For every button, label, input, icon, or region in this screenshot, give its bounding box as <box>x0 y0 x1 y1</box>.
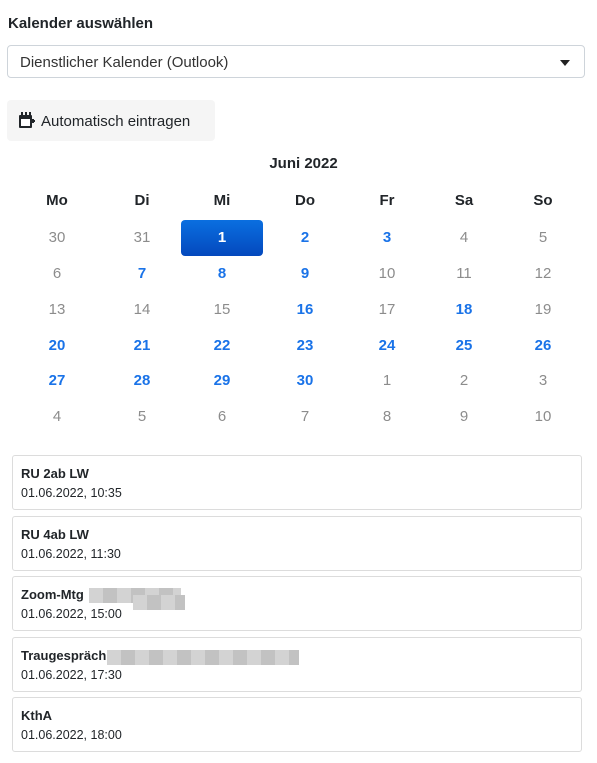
day-cell[interactable]: 29 <box>183 364 261 398</box>
event-title: Zoom-Mtg <box>21 587 84 602</box>
calendar-select-label: Kalender auswählen <box>8 15 154 32</box>
day-cell: 19 <box>534 301 552 318</box>
weekday-header-0: Mo <box>46 192 68 209</box>
day-cell: 4 <box>459 229 469 246</box>
day-cell: 7 <box>300 408 310 425</box>
day-cell: 4 <box>52 408 62 425</box>
day-cell: 11 <box>456 265 472 282</box>
event-title: KthA <box>21 708 53 723</box>
day-cell[interactable]: 30 <box>266 364 344 398</box>
day-cell: 17 <box>378 301 396 318</box>
calendar-select-value: Dienstlicher Kalender (Outlook) <box>20 54 229 71</box>
day-cell: 14 <box>133 301 151 318</box>
event-title: RU 2ab LW <box>21 466 89 481</box>
day-cell[interactable]: 3 <box>348 221 426 255</box>
day-cell[interactable]: 21 <box>103 329 181 363</box>
month-title: Juni 2022 <box>269 155 338 172</box>
day-cell[interactable]: 24 <box>348 329 426 363</box>
event-title: Traugespräch <box>21 648 107 663</box>
day-cell[interactable]: 27 <box>18 364 96 398</box>
event-item[interactable]: RU 4ab LW 01.06.2022, 11:30 <box>12 516 582 571</box>
day-cell[interactable]: 18 <box>425 293 503 327</box>
event-time: 01.06.2022, 18:00 <box>21 728 122 742</box>
weekday-header-4: Fr <box>379 192 395 209</box>
day-cell: 5 <box>137 408 147 425</box>
day-cell: 5 <box>538 229 548 246</box>
day-cell[interactable]: 16 <box>266 293 344 327</box>
event-item[interactable]: Traugespräch 01.06.2022, 17:30 <box>12 637 582 692</box>
day-cell: 10 <box>378 265 396 282</box>
day-cell[interactable]: 23 <box>266 329 344 363</box>
calendar-plus-icon <box>18 111 36 129</box>
day-cell[interactable]: 26 <box>504 329 582 363</box>
event-item[interactable]: KthA 01.06.2022, 18:00 <box>12 697 582 752</box>
day-cell: 9 <box>459 408 469 425</box>
event-item[interactable]: RU 2ab LW 01.06.2022, 10:35 <box>12 455 582 510</box>
event-item[interactable]: Zoom-Mtg 01.06.2022, 15:00 <box>12 576 582 631</box>
day-cell[interactable]: 28 <box>103 364 181 398</box>
calendar-select[interactable]: Dienstlicher Kalender (Outlook) <box>7 45 585 78</box>
event-time: 01.06.2022, 17:30 <box>21 668 122 682</box>
weekday-header-1: Di <box>134 192 150 209</box>
day-cell[interactable]: 22 <box>183 329 261 363</box>
day-cell: 10 <box>534 408 552 425</box>
auto-add-button[interactable]: Automatisch eintragen <box>7 100 215 141</box>
day-cell: 15 <box>213 301 231 318</box>
day-cell: 12 <box>534 265 552 282</box>
weekday-header-6: So <box>533 192 553 209</box>
day-cell: 8 <box>382 408 392 425</box>
weekday-header-3: Do <box>295 192 315 209</box>
event-title: RU 4ab LW <box>21 527 89 542</box>
chevron-down-icon <box>560 60 570 66</box>
day-cell: 13 <box>48 301 66 318</box>
day-cell: 3 <box>538 372 548 389</box>
day-cell: 1 <box>382 372 392 389</box>
day-cell: 6 <box>217 408 227 425</box>
weekday-header-5: Sa <box>454 192 474 209</box>
day-cell[interactable]: 2 <box>266 221 344 255</box>
weekday-header-2: Mi <box>213 192 231 209</box>
day-cell[interactable]: 8 <box>183 257 261 291</box>
redacted-text <box>107 650 299 665</box>
day-cell[interactable]: 9 <box>266 257 344 291</box>
event-time: 01.06.2022, 10:35 <box>21 486 122 500</box>
event-time: 01.06.2022, 11:30 <box>21 547 121 561</box>
redacted-text <box>133 595 185 610</box>
day-cell: 6 <box>52 265 62 282</box>
day-cell: 2 <box>459 372 469 389</box>
day-cell[interactable]: 20 <box>18 329 96 363</box>
event-time: 01.06.2022, 15:00 <box>21 607 122 621</box>
day-cell[interactable]: 7 <box>103 257 181 291</box>
day-cell-selected[interactable]: 1 <box>181 220 263 256</box>
day-cell[interactable]: 25 <box>425 329 503 363</box>
day-cell: 31 <box>133 229 151 246</box>
auto-add-button-label: Automatisch eintragen <box>41 113 191 130</box>
day-cell: 30 <box>48 229 66 246</box>
